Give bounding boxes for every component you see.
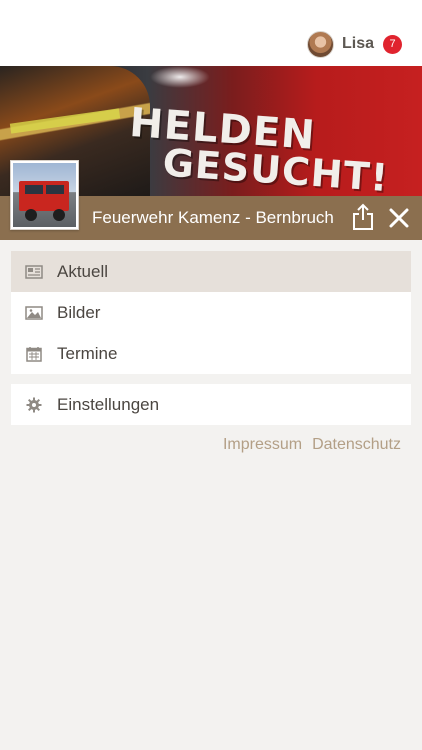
menu-item-label: Aktuell	[57, 261, 109, 281]
banner-slogan: HELDEN GESUCHT!	[126, 100, 420, 196]
light-glow-graphic	[150, 66, 210, 88]
username[interactable]: Lisa	[342, 35, 374, 53]
menu-item-einstellungen[interactable]: Einstellungen	[11, 384, 411, 425]
user-avatar[interactable]	[306, 30, 334, 58]
calendar-icon	[25, 346, 43, 362]
share-icon[interactable]	[352, 203, 374, 231]
menu-item-label: Bilder	[57, 302, 101, 322]
menu-item-label: Termine	[57, 343, 118, 363]
footer-links: Impressum Datenschutz	[223, 436, 401, 454]
fire-truck-window	[25, 185, 43, 194]
menu-item-label: Einstellungen	[57, 394, 160, 414]
newspaper-icon	[25, 264, 43, 280]
notification-badge[interactable]: 7	[383, 34, 402, 54]
top-bar: Lisa 7	[0, 0, 422, 66]
impressum-link[interactable]: Impressum	[223, 436, 302, 454]
settings-menu: Einstellungen	[11, 384, 411, 425]
datenschutz-link[interactable]: Datenschutz	[312, 436, 401, 454]
close-icon[interactable]	[387, 206, 411, 230]
group-avatar	[10, 160, 79, 230]
group-title: Feuerwehr Kamenz - Bernbruch	[92, 208, 334, 227]
menu-item-termine[interactable]: Termine	[11, 333, 411, 374]
user-menu[interactable]: Lisa 7	[306, 30, 402, 58]
fire-truck-window	[46, 185, 64, 194]
navigation-menu: Aktuell Bilder Termine	[11, 251, 411, 374]
fire-truck-wheel	[53, 209, 65, 221]
fire-truck-image	[13, 163, 76, 227]
image-icon	[25, 305, 43, 321]
fire-truck-wheel	[25, 209, 37, 221]
menu-item-bilder[interactable]: Bilder	[11, 292, 411, 333]
gear-icon	[25, 397, 43, 413]
menu-item-aktuell[interactable]: Aktuell	[11, 251, 411, 292]
